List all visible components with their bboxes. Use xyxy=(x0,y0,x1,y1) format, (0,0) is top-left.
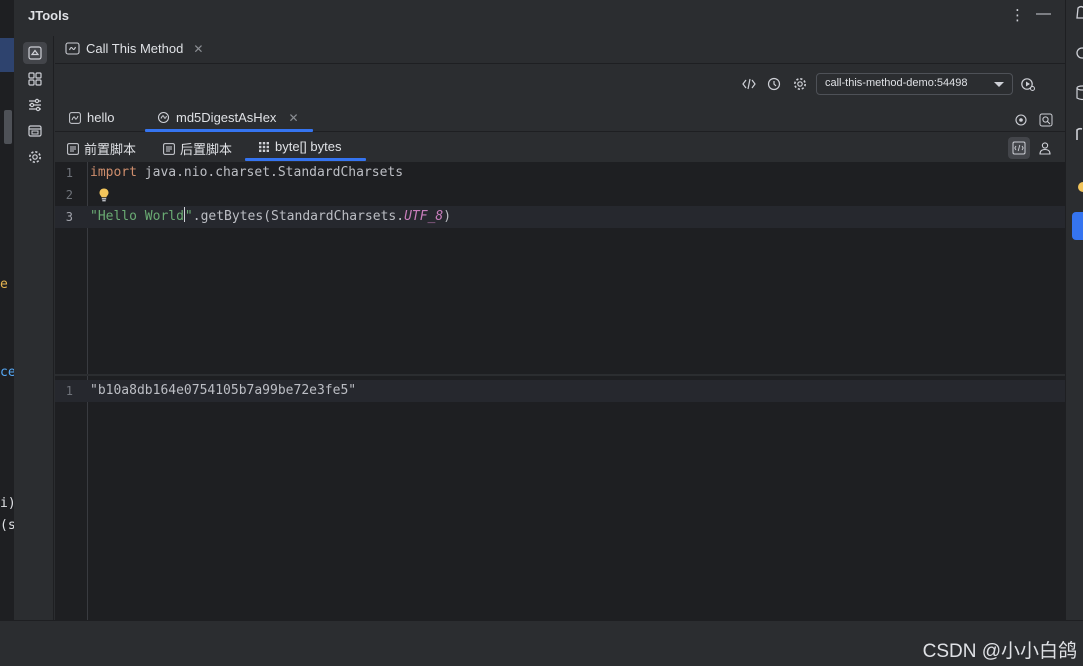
script-icon xyxy=(163,142,175,155)
lightbulb-icon[interactable] xyxy=(97,187,111,203)
ai-assistant-icon[interactable] xyxy=(1074,178,1083,196)
grid-icon[interactable] xyxy=(23,68,47,90)
script-editor[interactable]: 1 import java.nio.charset.StandardCharse… xyxy=(55,162,1065,374)
active-tab-underline xyxy=(145,129,313,132)
tab-post-script[interactable]: 后置脚本 xyxy=(163,139,232,158)
line-number: 3 xyxy=(65,210,73,224)
gear-icon[interactable] xyxy=(23,146,47,168)
editor-fragment: ce xyxy=(0,365,14,380)
background-editor-edge: e ce i) (s xyxy=(0,0,14,620)
editor-fragment: e xyxy=(0,277,8,292)
tab-pre-script[interactable]: 前置脚本 xyxy=(67,139,136,158)
script-icon xyxy=(67,142,79,155)
jtools-tool-window: JTools ⋮ — Call This Method ✕ call-this-… xyxy=(14,0,1065,620)
line-number: 1 xyxy=(65,384,73,398)
database-icon[interactable] xyxy=(1074,84,1083,102)
close-paren: ) xyxy=(443,209,452,224)
tab-label: Call This Method xyxy=(86,41,184,56)
gear-icon[interactable] xyxy=(792,76,808,92)
process-select-value: call-this-method-demo:54498 xyxy=(825,77,968,89)
window-icon[interactable] xyxy=(23,120,47,142)
editor-selection xyxy=(0,38,14,72)
more-vertical-icon[interactable]: ⋮ xyxy=(1010,6,1025,24)
result-line: 1 "b10a8db164e0754105b7a99be72e3fe5" xyxy=(55,380,1065,402)
refresh-method-icon xyxy=(157,111,170,124)
process-select[interactable]: call-this-method-demo:54498 xyxy=(816,73,1013,95)
tab-label: md5DigestAsHex xyxy=(176,110,277,125)
watermark: CSDN @小小白鸽 xyxy=(922,641,1077,662)
tab-label: byte[] bytes xyxy=(275,139,342,154)
tab-label: hello xyxy=(87,110,115,125)
status-bar xyxy=(0,620,1083,666)
code-line: 1 import java.nio.charset.StandardCharse… xyxy=(55,162,1065,184)
tab-md5-digest-as-hex[interactable]: md5DigestAsHex ✕ xyxy=(157,110,299,125)
right-tool-strip xyxy=(1065,0,1083,620)
line-number: 2 xyxy=(65,188,73,202)
tool-tab-bar: Call This Method ✕ xyxy=(55,36,1065,64)
string-literal-end: " xyxy=(184,209,193,224)
history-icon[interactable] xyxy=(766,76,782,92)
method-icon xyxy=(69,111,81,124)
user-icon[interactable] xyxy=(1034,137,1056,159)
tool-content: Call This Method ✕ call-this-method-demo… xyxy=(55,36,1065,620)
editor-fragment: i) xyxy=(0,496,14,511)
tool-side-strip xyxy=(14,36,54,620)
debug-script-icon[interactable] xyxy=(741,76,757,92)
editor-gutter xyxy=(55,376,88,620)
locate-icon[interactable] xyxy=(1010,109,1032,131)
array-icon xyxy=(259,141,269,152)
active-tab-underline xyxy=(245,158,366,161)
tool-window-header: JTools ⋮ — xyxy=(14,0,1065,32)
string-literal: "Hello World xyxy=(90,209,184,224)
script-tab-bar: 前置脚本 后置脚本 byte[] bytes xyxy=(55,133,1065,161)
keyword-import: import xyxy=(90,165,137,180)
tab-label: 后置脚本 xyxy=(180,142,233,157)
sliders-icon[interactable] xyxy=(23,94,47,116)
minimize-icon[interactable]: — xyxy=(1036,5,1051,22)
tab-call-this-method[interactable]: Call This Method ✕ xyxy=(65,41,203,56)
chevron-down-icon xyxy=(994,82,1004,87)
method-call: .getBytes(StandardCharsets. xyxy=(192,209,405,224)
code-line: 3 "Hello World".getBytes(StandardCharset… xyxy=(55,206,1065,228)
notifications-icon[interactable] xyxy=(1074,4,1083,22)
at-icon[interactable] xyxy=(1074,44,1083,62)
tab-hello[interactable]: hello xyxy=(69,110,114,125)
import-path: java.nio.charset.StandardCharsets xyxy=(136,165,404,180)
jtools-plugin-icon[interactable] xyxy=(1072,212,1083,240)
close-icon[interactable]: ✕ xyxy=(288,111,298,125)
editor-fragment: (s xyxy=(0,518,14,533)
code-line: 2 xyxy=(55,184,1065,206)
tab-byte-array-bytes[interactable]: byte[] bytes xyxy=(258,139,341,154)
search-icon[interactable] xyxy=(1035,109,1057,131)
constant-utf8: UTF_8 xyxy=(404,209,444,224)
call-method-icon[interactable] xyxy=(23,42,47,64)
result-value: "b10a8db164e0754105b7a99be72e3fe5" xyxy=(90,383,357,398)
method-tab-bar: hello md5DigestAsHex ✕ xyxy=(55,106,1065,132)
result-viewer[interactable]: 1 "b10a8db164e0754105b7a99be72e3fe5" xyxy=(55,376,1065,620)
call-method-icon xyxy=(65,42,80,55)
line-number: 1 xyxy=(65,166,73,180)
tab-label: 前置脚本 xyxy=(84,142,137,157)
maven-icon[interactable] xyxy=(1074,124,1083,142)
close-icon[interactable]: ✕ xyxy=(193,42,203,56)
script-editor-toggle-icon[interactable] xyxy=(1008,137,1030,159)
editor-scroll-thumb[interactable] xyxy=(4,110,12,144)
tool-window-title: JTools xyxy=(28,8,69,23)
run-invoke-icon[interactable] xyxy=(1020,76,1036,92)
